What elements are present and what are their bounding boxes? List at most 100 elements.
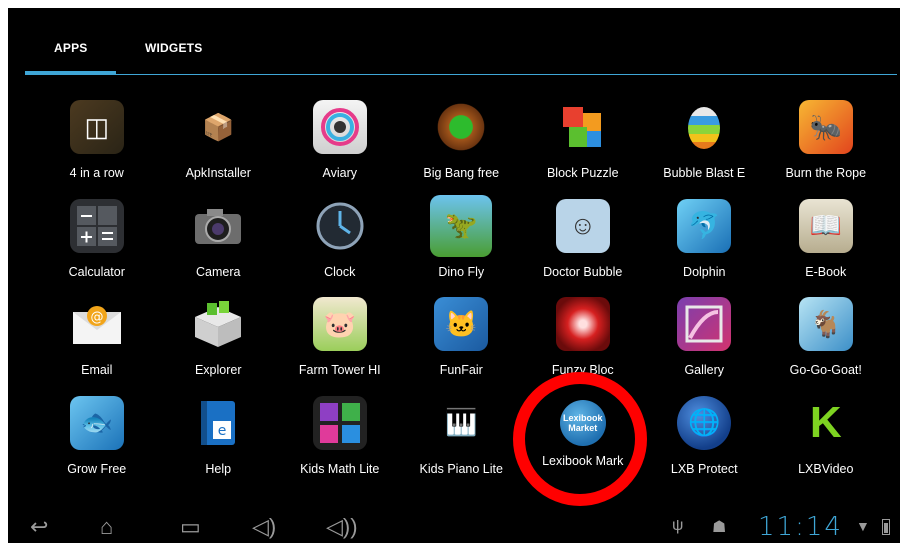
dolphin-icon: 🐬: [677, 198, 732, 253]
app-lxb-protect[interactable]: 🌐 LXB Protect: [644, 390, 766, 489]
numbers-icon: [312, 395, 367, 450]
app-funfair[interactable]: 🐱 FunFair: [401, 291, 523, 390]
four-in-a-row-icon: ◫: [69, 100, 124, 154]
pig-icon: 🐷: [312, 297, 367, 351]
home-button[interactable]: ⌂: [100, 513, 113, 541]
help-book-icon: e: [191, 396, 245, 450]
app-4-in-a-row[interactable]: ◫ 4 in a row: [36, 94, 158, 193]
app-label: Bubble Blast E: [663, 166, 746, 180]
app-label: Lexibook Mark: [542, 453, 624, 468]
app-block-puzzle[interactable]: Block Puzzle: [522, 94, 644, 193]
help-book-icon-graphic: e: [201, 400, 236, 445]
battery-icon: [882, 519, 890, 535]
cat-icon: 🐱: [434, 297, 489, 351]
dinosaur-icon: 🦖: [430, 194, 493, 257]
camera-lens-icon-graphic: [320, 108, 359, 146]
calculator-icon-graphic: [76, 205, 117, 246]
bomb-icon: [434, 100, 489, 154]
app-lexibook-market[interactable]: Lexibook Market Lexibook Mark: [522, 390, 644, 489]
app-funzy-bloc[interactable]: Funzy Bloc: [522, 291, 644, 390]
spiral-icon: [555, 297, 610, 351]
numbers-icon-graphic: [319, 402, 360, 443]
app-lxbvideo[interactable]: K LXBVideo: [765, 390, 887, 489]
app-label: Grow Free: [67, 461, 127, 476]
app-bubble-blast[interactable]: Bubble Blast E: [644, 94, 766, 193]
app-doctor-bubble[interactable]: ☺ Doctor Bubble: [522, 193, 644, 292]
camera-lens-icon: [312, 100, 367, 154]
video-k-icon: K: [809, 397, 842, 447]
camera-icon-graphic: [195, 208, 242, 244]
app-label: Help: [205, 461, 232, 476]
app-label: Calculator: [68, 264, 125, 279]
camera-icon: [191, 199, 245, 253]
gallery-icon-graphic: [685, 305, 723, 343]
app-dolphin[interactable]: 🐬 Dolphin: [644, 193, 766, 292]
wifi-icon: ▼: [856, 518, 870, 534]
recent-apps-button[interactable]: ▭: [180, 513, 201, 541]
app-kids-piano-lite[interactable]: 🎹 Kids Piano Lite: [401, 390, 523, 489]
volume-down-button[interactable]: ◁): [252, 513, 276, 541]
app-label: LXB Protect: [670, 461, 738, 476]
clock-icon-graphic: [316, 202, 364, 249]
app-help[interactable]: e Help: [158, 390, 280, 489]
folder-icon: [191, 297, 245, 351]
app-email[interactable]: @ Email: [36, 291, 158, 390]
calculator-icon: [69, 198, 124, 253]
egg-icon: [677, 100, 731, 154]
app-farm-tower[interactable]: 🐷 Farm Tower HI: [279, 291, 401, 390]
app-explorer[interactable]: Explorer: [158, 291, 280, 390]
tab-widgets[interactable]: WIDGETS: [145, 36, 202, 60]
app-label: Burn the Rope: [785, 166, 867, 180]
app-label: 4 in a row: [69, 166, 124, 180]
app-label: LXBVideo: [798, 461, 854, 476]
app-label: Kids Math Lite: [300, 461, 380, 476]
package-icon: 📦: [202, 111, 235, 142]
app-grow-free[interactable]: 🐟 Grow Free: [36, 390, 158, 489]
fish-icon: 🐟: [69, 395, 124, 450]
system-navbar: ↩ ⌂ ▭ ◁) ◁)) ψ ☗ 11:14 ▼: [8, 511, 900, 543]
app-drawer-tabbar: APPS WIDGETS: [8, 8, 900, 78]
tab-apps[interactable]: APPS: [54, 36, 87, 60]
ant-icon: 🐜: [798, 100, 853, 154]
app-grid: ◫ 4 in a row 📦 ApkInstaller Aviary Big B…: [36, 94, 887, 488]
app-gallery[interactable]: Gallery: [644, 291, 766, 390]
app-kids-math-lite[interactable]: Kids Math Lite: [279, 390, 401, 489]
volume-up-button[interactable]: ◁)): [326, 513, 358, 541]
app-label: E-Book: [805, 264, 847, 279]
app-camera[interactable]: Camera: [158, 193, 280, 292]
app-big-bang-free[interactable]: Big Bang free: [401, 94, 523, 193]
app-label: FunFair: [439, 363, 483, 377]
app-label: Clock: [324, 264, 356, 279]
book-icon: 📖: [798, 198, 853, 253]
app-label: Email: [81, 363, 113, 377]
app-label: Dino Fly: [438, 264, 485, 279]
app-label: Funzy Bloc: [551, 363, 614, 377]
blocks-icon: [556, 100, 610, 154]
back-button[interactable]: ↩: [30, 513, 48, 541]
app-apkinstaller[interactable]: 📦 ApkInstaller: [158, 94, 280, 193]
app-go-go-goat[interactable]: 🐐 Go-Go-Goat!: [765, 291, 887, 390]
app-calculator[interactable]: Calculator: [36, 193, 158, 292]
blocks-icon-graphic: [562, 107, 601, 147]
app-aviary[interactable]: Aviary: [279, 94, 401, 193]
app-dino-fly[interactable]: 🦖 Dino Fly: [401, 193, 523, 292]
app-label: Go-Go-Goat!: [789, 363, 862, 377]
app-burn-the-rope[interactable]: 🐜 Burn the Rope: [765, 94, 887, 193]
app-label: Block Puzzle: [546, 166, 619, 180]
gallery-icon: [677, 297, 732, 351]
app-label: Doctor Bubble: [543, 264, 623, 279]
egg-icon-graphic: [688, 107, 721, 149]
app-label: Big Bang free: [423, 166, 500, 180]
app-e-book[interactable]: 📖 E-Book: [765, 193, 887, 292]
svg-text:@: @: [90, 310, 103, 325]
app-label: Dolphin: [683, 264, 726, 279]
clock-icon: [313, 199, 367, 253]
app-label: Aviary: [322, 166, 357, 180]
lexibook-market-icon: Lexibook Market: [559, 399, 606, 446]
status-clock[interactable]: 11:14: [758, 512, 843, 542]
envelope-icon-graphic: @: [72, 306, 121, 344]
lexibook-market-icon-text: Lexibook Market: [562, 412, 603, 433]
app-clock[interactable]: Clock: [279, 193, 401, 292]
tab-divider: [25, 74, 897, 75]
app-label: Explorer: [194, 363, 242, 377]
